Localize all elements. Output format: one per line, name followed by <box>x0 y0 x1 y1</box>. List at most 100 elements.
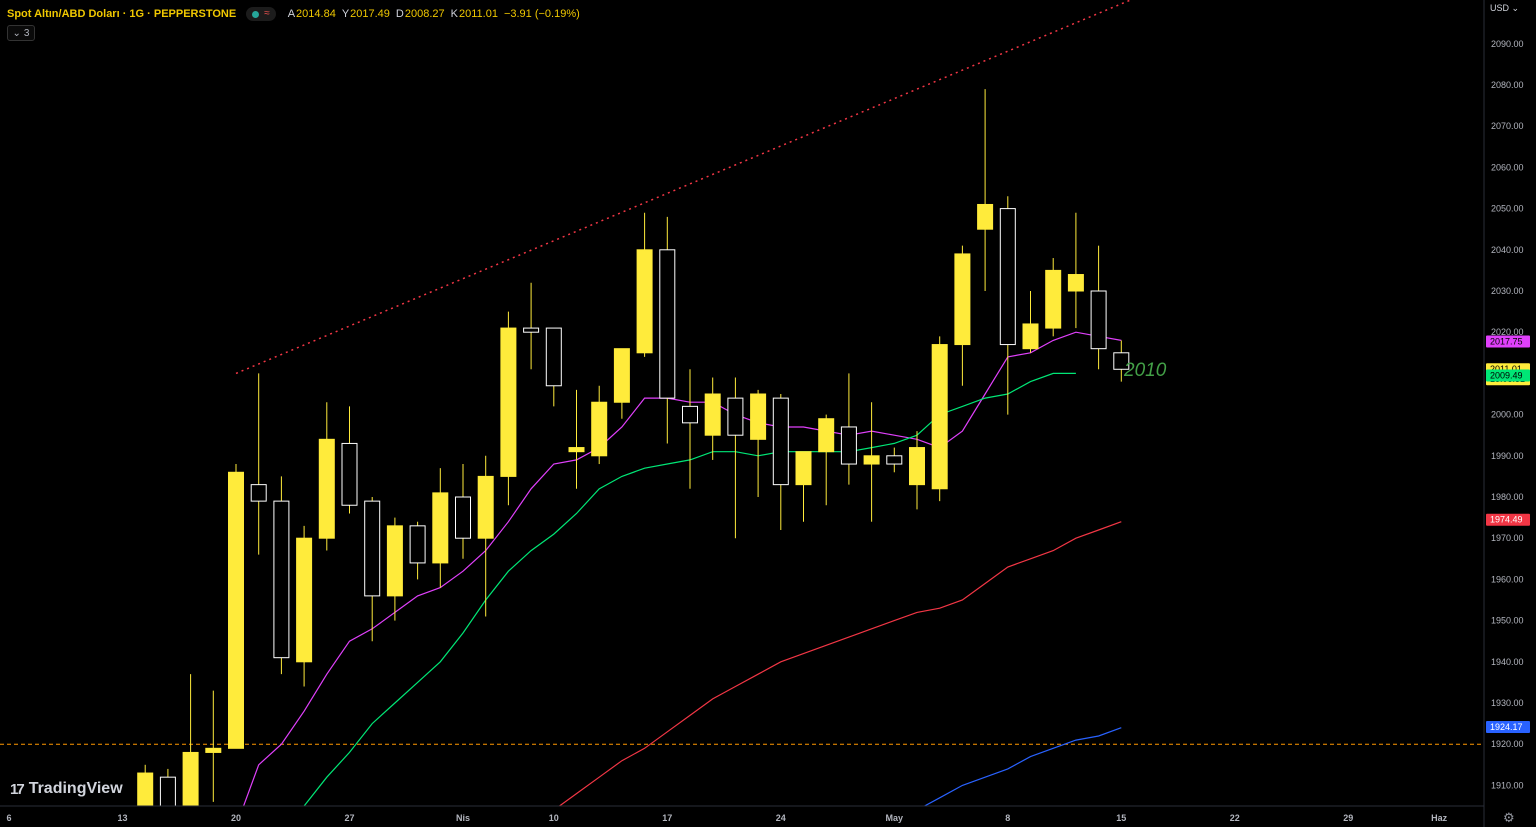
price-tick-label: 2060.00 <box>1491 162 1524 172</box>
market-status[interactable]: ≈ <box>246 7 276 21</box>
high-value: 2017.49 <box>350 8 390 20</box>
price-tick-label: 2090.00 <box>1491 39 1524 49</box>
price-annotation[interactable]: 2010 <box>1124 360 1166 382</box>
price-tick-label: 1950.00 <box>1491 616 1524 626</box>
symbol-title[interactable]: Spot Altın/ABD Doları · 1G · PEPPERSTONE <box>7 8 236 20</box>
time-tick-label: 24 <box>776 813 786 823</box>
candle-body <box>250 484 267 502</box>
candle-body <box>682 405 698 424</box>
price-tick-label: 2040.00 <box>1491 245 1524 255</box>
high-label: Y <box>341 8 350 20</box>
price-tick-label: 1970.00 <box>1491 533 1524 543</box>
price-tick-label: 1960.00 <box>1491 574 1524 584</box>
candle-body <box>205 747 222 753</box>
price-axis-label: 2009.49 <box>1490 371 1523 381</box>
candle-body <box>931 344 948 490</box>
candle-body <box>727 397 744 436</box>
change-value: −3.91 (−0.19%) <box>503 8 580 20</box>
logo-text: TradingView <box>28 780 123 797</box>
market-open-icon <box>252 10 260 18</box>
trendline <box>235 0 1133 375</box>
currency-selector[interactable]: USD ⌄ <box>1490 3 1519 14</box>
time-tick-label: 8 <box>1005 813 1010 823</box>
candle-body <box>840 426 857 465</box>
candle-body <box>1022 323 1039 350</box>
price-tick-label: 2050.00 <box>1491 204 1524 214</box>
candle-body <box>863 455 880 465</box>
gear-icon[interactable]: ⚙ <box>1503 810 1515 826</box>
indicators-toggle[interactable]: ⌄ 3 <box>7 25 35 41</box>
close-label: K <box>450 8 458 20</box>
time-tick-label: 10 <box>549 813 559 823</box>
price-chart[interactable]: 1910.00 1920.00 1930.00 1940.00 1950.00 1960.… <box>0 0 1536 827</box>
moving-average-line-3 <box>558 521 1122 806</box>
candle-body <box>1090 290 1107 350</box>
plot-area[interactable] <box>0 0 1484 827</box>
time-tick-label: 27 <box>344 813 354 823</box>
price-tick-label: 2000.00 <box>1491 410 1524 420</box>
candle-body <box>795 451 812 486</box>
indicator-count: 3 <box>23 27 30 39</box>
price-tick-label: 2070.00 <box>1491 121 1524 131</box>
candle-body <box>1067 274 1084 292</box>
time-tick-label: 15 <box>1116 813 1126 823</box>
open-label: A <box>287 8 296 20</box>
time-tick-label: 29 <box>1343 813 1353 823</box>
candle-body <box>296 537 313 663</box>
tradingview-logo-icon: 17 <box>10 780 25 798</box>
tradingview-logo[interactable]: 17 TradingView <box>10 780 123 798</box>
low-label: D <box>395 8 404 20</box>
candle-body <box>591 401 608 457</box>
price-tick-label: 2030.00 <box>1491 286 1524 296</box>
price-tick-label: 1920.00 <box>1491 739 1524 749</box>
candle-body <box>318 438 335 539</box>
candle-body <box>954 253 971 346</box>
candle-body <box>818 418 835 453</box>
candle-body <box>999 208 1016 346</box>
chart-legend: Spot Altın/ABD Doları · 1G · PEPPERSTONE… <box>7 6 586 22</box>
candle-body <box>455 496 471 539</box>
candle-body <box>364 500 381 597</box>
price-tick-label: 1910.00 <box>1491 780 1524 790</box>
price-axis-label: 1974.49 <box>1490 515 1523 525</box>
candle-body <box>659 249 676 399</box>
candle-body <box>432 492 449 564</box>
time-tick-label: May <box>886 813 904 823</box>
time-tick-label: Nis <box>456 813 470 823</box>
close-value: 2011.01 <box>458 8 498 20</box>
price-tick-label: 1930.00 <box>1491 698 1524 708</box>
time-tick-label: 6 <box>6 813 11 823</box>
candle-body <box>409 525 426 564</box>
price-axis-label: 2017.75 <box>1490 336 1523 346</box>
candle-body <box>341 442 358 506</box>
candle-body <box>386 525 403 597</box>
candle-body <box>159 776 176 806</box>
candle-body <box>182 751 199 806</box>
data-delay-icon: ≈ <box>264 8 270 19</box>
candle-body <box>228 471 244 749</box>
candle-body <box>500 327 517 477</box>
price-tick-label: 1980.00 <box>1491 492 1524 502</box>
candle-body <box>909 447 925 486</box>
candle-body <box>545 327 562 387</box>
candle-body <box>477 475 494 539</box>
candle-body <box>137 772 154 806</box>
open-value: 2014.84 <box>296 8 336 20</box>
candle-body <box>772 397 789 486</box>
price-tick-label: 1940.00 <box>1491 657 1524 667</box>
time-tick-label: 13 <box>117 813 127 823</box>
chevron-down-icon: ⌄ <box>12 27 21 39</box>
time-tick-label: 22 <box>1230 813 1240 823</box>
candle-body <box>704 393 721 436</box>
candle-body <box>886 455 903 465</box>
candle-body <box>977 203 994 230</box>
price-axis-label: 1924.17 <box>1490 722 1523 732</box>
moving-average-line-4 <box>923 727 1122 806</box>
currency-label: USD <box>1490 3 1510 13</box>
price-tick-label: 1990.00 <box>1491 451 1524 461</box>
chevron-down-icon: ⌄ <box>1511 3 1520 13</box>
time-tick-label: 17 <box>662 813 672 823</box>
price-tick-label: 2080.00 <box>1491 80 1524 90</box>
candle-body <box>523 327 540 333</box>
candle-body <box>1045 269 1062 329</box>
